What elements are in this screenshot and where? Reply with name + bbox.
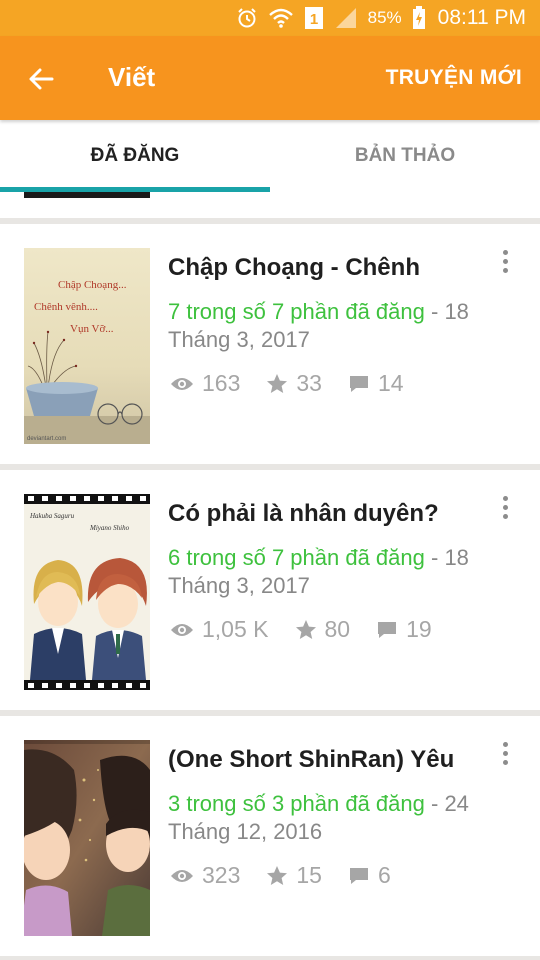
story-meta: 3 trong số 3 phần đã đăng - 24 Tháng 12,…	[168, 790, 508, 846]
story-stats: 1,05 K 80 19	[170, 616, 458, 643]
new-story-button[interactable]: TRUYỆN MỚI	[386, 66, 522, 90]
parts-published: 3 trong số 3 phần đã đăng	[168, 791, 425, 816]
votes-count: 15	[296, 862, 322, 888]
cover-caption: deviantart.com	[27, 436, 66, 442]
comments-count: 6	[377, 862, 391, 888]
story-cover[interactable]: Hakuba Saguru Miyano Shiho	[24, 494, 150, 690]
clock: 08:11 PM	[437, 6, 526, 29]
votes-stat: 15	[266, 862, 322, 889]
more-options-button[interactable]	[498, 250, 512, 278]
story-stats: 323 15 6	[170, 862, 417, 889]
story-card[interactable]: Hakuba Saguru Miyano Shiho Có phải là nh…	[0, 470, 540, 710]
tab-published[interactable]: ĐÃ ĐĂNG	[0, 120, 270, 192]
parts-published: 7 trong số 7 phần đã đăng	[168, 299, 425, 324]
views-stat: 323	[170, 862, 240, 889]
eye-icon	[171, 377, 193, 390]
story-meta: 7 trong số 7 phần đã đăng - 18 Tháng 3, …	[168, 298, 508, 354]
story-meta: 6 trong số 7 phần đã đăng - 18 Tháng 3, …	[168, 544, 508, 600]
more-options-button[interactable]	[498, 496, 512, 524]
views-count: 163	[202, 370, 241, 396]
sim-label: 1	[309, 11, 317, 28]
story-card[interactable]: (One Short ShinRan) Yêu 3 trong số 3 phầ…	[0, 716, 540, 956]
comment-icon	[378, 621, 397, 638]
cover-text: Chập Choạng...	[58, 279, 127, 291]
comments-stat: 14	[348, 370, 404, 397]
votes-stat: 33	[266, 370, 322, 397]
tab-indicator	[0, 187, 270, 192]
story-card-partial[interactable]	[0, 192, 540, 218]
story-title[interactable]: Có phải là nhân duyên?	[168, 500, 468, 528]
comment-icon	[349, 867, 368, 884]
cover-text: Vụn Vỡ...	[70, 323, 114, 335]
comments-stat: 19	[376, 616, 432, 643]
alarm-icon	[236, 7, 258, 29]
battery-charging-icon	[412, 6, 426, 30]
status-bar: 1 85% 08:11 PM	[0, 0, 540, 36]
story-stats: 163 33 14	[170, 370, 430, 397]
page-title: Viết	[108, 62, 156, 92]
cover-text: Hakuba Saguru	[29, 512, 75, 520]
eye-icon	[171, 623, 193, 636]
cover-text: Miyano Shiho	[89, 524, 130, 532]
back-button[interactable]	[26, 64, 56, 94]
star-icon	[295, 619, 316, 639]
votes-count: 33	[296, 370, 322, 396]
story-list[interactable]: Chập Choạng... Chênh vênh.... Vụn Vỡ... …	[0, 192, 540, 960]
battery-percent: 85%	[367, 8, 402, 27]
story-cover[interactable]: Chập Choạng... Chênh vênh.... Vụn Vỡ... …	[24, 248, 150, 444]
views-count: 1,05 K	[202, 616, 269, 642]
arrow-left-icon	[29, 68, 54, 90]
wifi-icon	[268, 7, 294, 29]
votes-count: 80	[324, 616, 351, 642]
story-cover	[24, 192, 150, 198]
app-bar: Viết TRUYỆN MỚI	[0, 36, 540, 120]
story-card[interactable]: Chập Choạng... Chênh vênh.... Vụn Vỡ... …	[0, 224, 540, 464]
comments-stat: 6	[348, 862, 391, 889]
signal-icon	[334, 7, 358, 29]
tab-bar: ĐÃ ĐĂNG BẢN THẢO	[0, 120, 540, 192]
star-icon	[267, 865, 288, 885]
views-count: 323	[202, 862, 241, 888]
comment-icon	[349, 375, 368, 392]
star-icon	[267, 373, 288, 393]
parts-published: 6 trong số 7 phần đã đăng	[168, 545, 425, 570]
story-cover[interactable]	[24, 740, 150, 936]
views-stat: 1,05 K	[170, 616, 269, 643]
story-title[interactable]: Chập Choạng - Chênh	[168, 254, 468, 282]
comments-count: 14	[377, 370, 404, 396]
more-options-button[interactable]	[498, 742, 512, 770]
comments-count: 19	[406, 616, 432, 642]
sim-1-icon: 1	[304, 6, 324, 30]
eye-icon	[171, 869, 193, 882]
tab-drafts[interactable]: BẢN THẢO	[270, 120, 540, 192]
votes-stat: 80	[295, 616, 351, 643]
views-stat: 163	[170, 370, 240, 397]
cover-text: Chênh vênh....	[34, 301, 98, 313]
story-title[interactable]: (One Short ShinRan) Yêu	[168, 746, 468, 774]
